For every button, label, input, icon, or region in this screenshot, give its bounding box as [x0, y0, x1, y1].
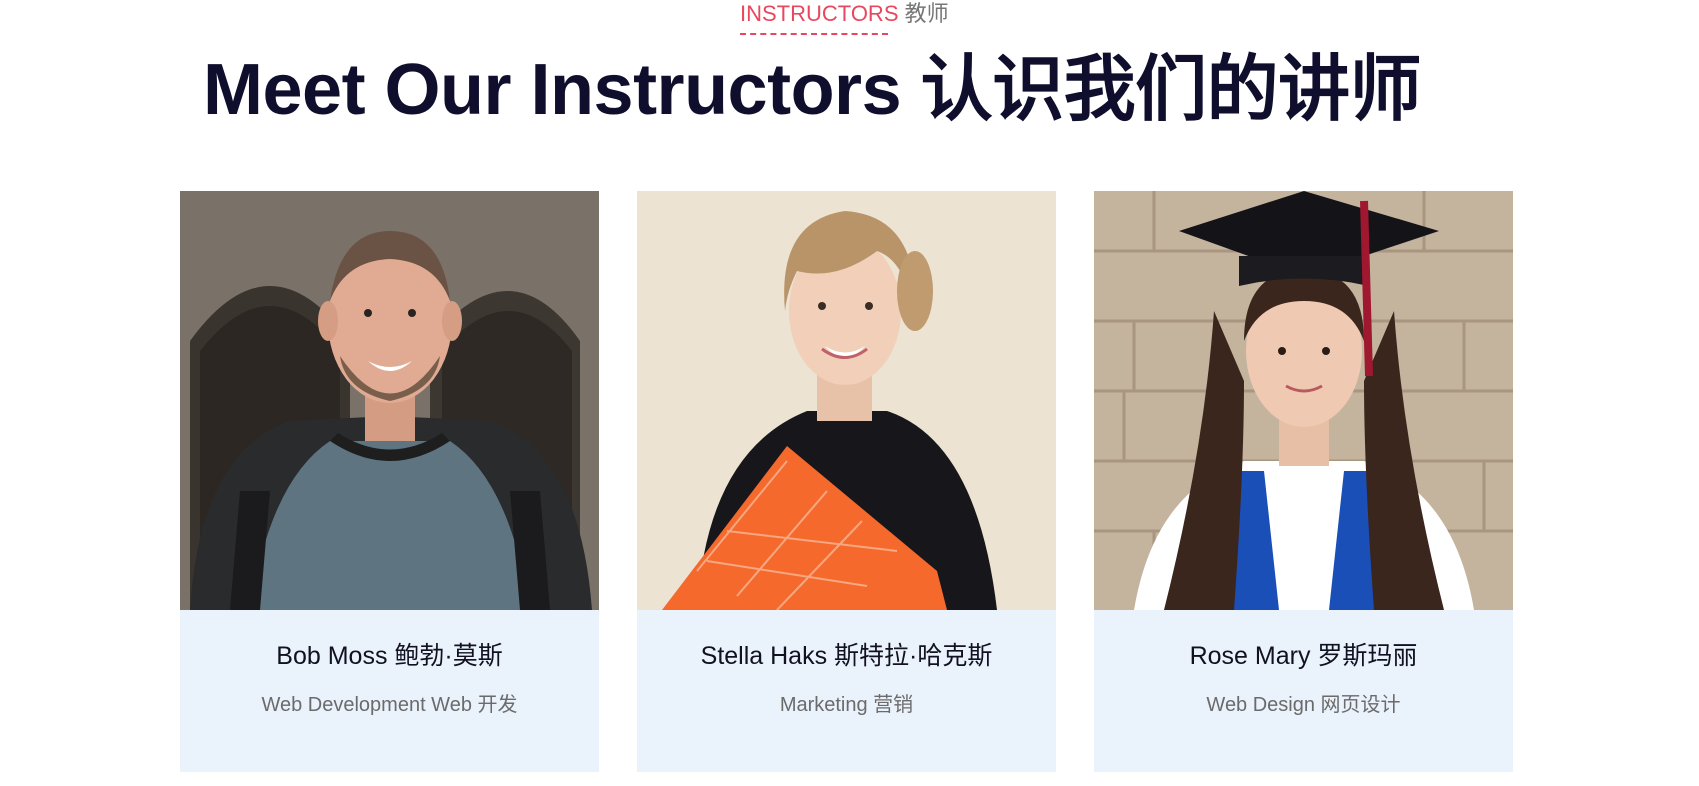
eyebrow-label-zh: 教师	[904, 1, 949, 26]
instructor-photo	[637, 191, 1056, 610]
instructor-name[interactable]: Bob Moss 鲍勃·莫斯	[180, 639, 599, 673]
instructor-photo	[180, 191, 599, 610]
instructor-name[interactable]: Rose Mary 罗斯玛丽	[1094, 639, 1513, 673]
instructors-section: INSTRUCTORS 教师 Meet Our Instructors 认识我们…	[0, 0, 1699, 786]
section-eyebrow: INSTRUCTORS 教师	[740, 0, 949, 28]
instructor-role: Web Design 网页设计	[1206, 694, 1401, 716]
eyebrow-label-en: INSTRUCTORS	[740, 1, 899, 26]
instructor-photo	[1094, 191, 1513, 610]
instructor-role: Marketing 营销	[779, 694, 914, 716]
instructor-card[interactable]: Bob Moss 鲍勃·莫斯 Web Development Web 开发	[180, 191, 599, 772]
instructor-card[interactable]: Stella Haks 斯特拉·哈克斯 Marketing 营销	[637, 191, 1056, 772]
eyebrow-underline	[740, 33, 888, 35]
instructor-name[interactable]: Stella Haks 斯特拉·哈克斯	[637, 639, 1056, 673]
instructor-card[interactable]: Rose Mary 罗斯玛丽 Web Design 网页设计	[1094, 191, 1513, 772]
section-title: Meet Our Instructors 认识我们的讲师	[203, 50, 1422, 130]
instructor-role: Web Development Web 开发	[261, 694, 518, 716]
